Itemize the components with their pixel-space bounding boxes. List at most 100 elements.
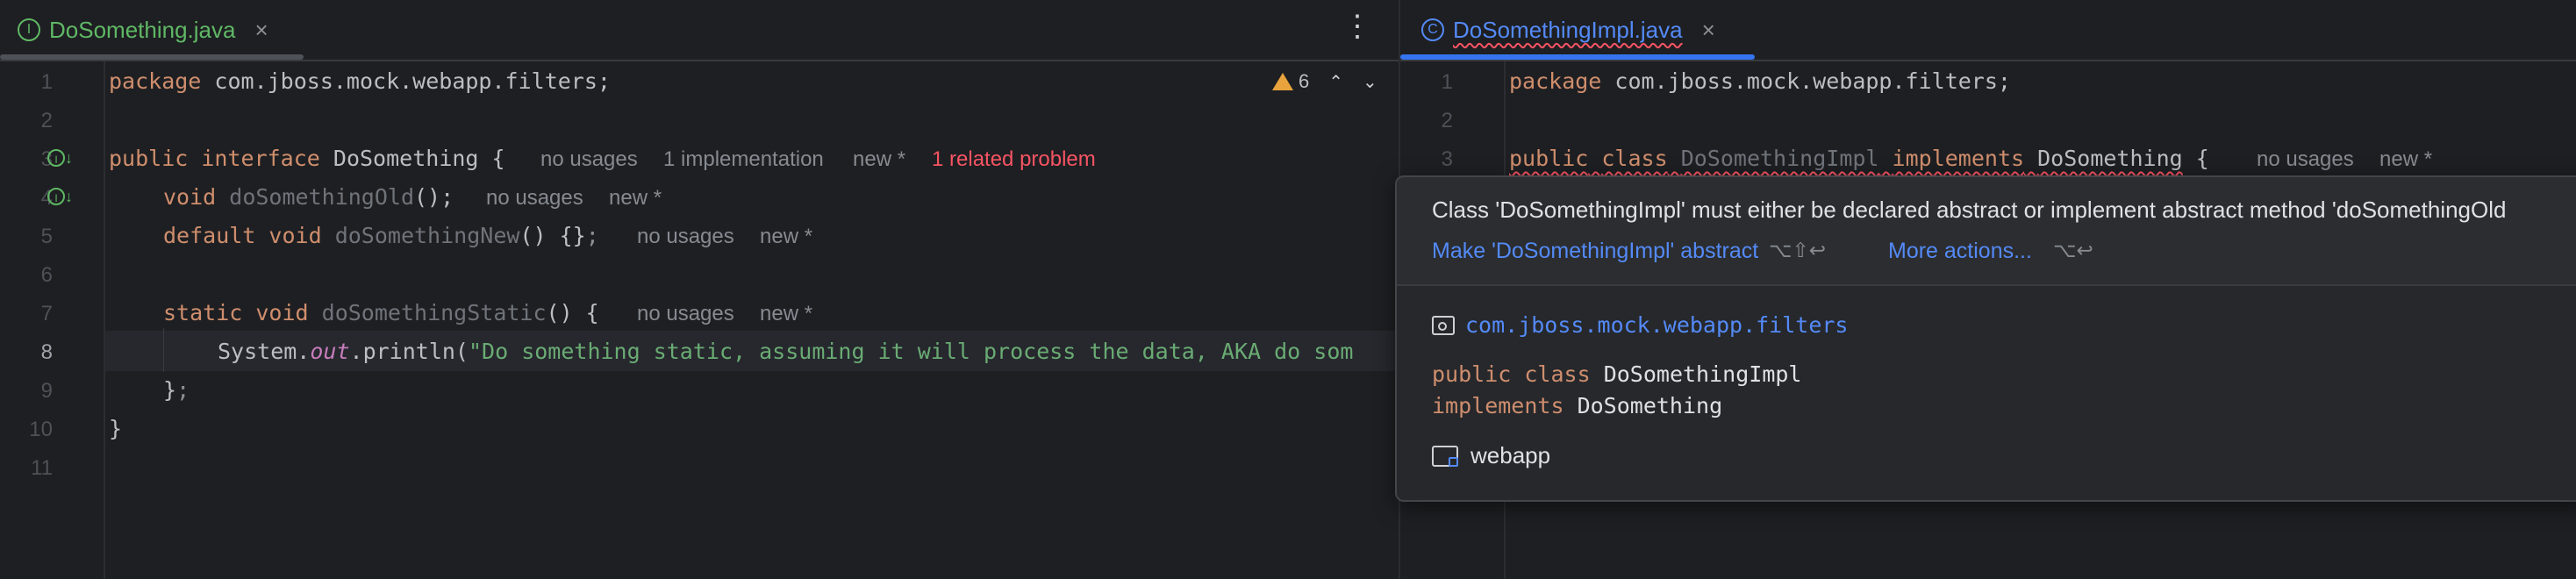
related-problem-hint[interactable]: 1 related problem bbox=[932, 147, 1096, 172]
method-name: doSomethingNew bbox=[334, 223, 520, 248]
line-number: 4 bbox=[40, 186, 53, 210]
error-tooltip-popup: Class 'DoSomethingImpl' must either be d… bbox=[1395, 175, 2576, 502]
line-number: 9 bbox=[40, 379, 53, 403]
code-line-9[interactable]: }; bbox=[163, 377, 190, 403]
line-number: 11 bbox=[31, 456, 53, 480]
line-number: 1 bbox=[40, 70, 53, 94]
tab-label: DoSomethingImpl.java bbox=[1453, 16, 1683, 43]
class-name: DoSomethingImpl bbox=[1680, 146, 1879, 171]
author-hint[interactable]: new * bbox=[853, 147, 905, 172]
inspection-widget[interactable]: 6 ⌃ ⌄ bbox=[1272, 70, 1377, 93]
line-number: 10 bbox=[29, 418, 53, 441]
keyword: public bbox=[1509, 146, 1589, 171]
popup-actions-section: Class 'DoSomethingImpl' must either be d… bbox=[1397, 177, 2576, 282]
tab-scroll-indicator bbox=[0, 54, 304, 60]
keyword: package bbox=[109, 68, 202, 94]
line-number: 6 bbox=[40, 263, 53, 287]
code-text: () { bbox=[546, 300, 599, 325]
implementations-hint[interactable]: 1 implementation bbox=[663, 147, 824, 172]
keyword: public bbox=[109, 146, 189, 171]
line-number: 3 bbox=[40, 147, 53, 171]
module-name: webapp bbox=[1470, 442, 1551, 468]
warning-icon bbox=[1272, 73, 1293, 90]
code-text: (); bbox=[414, 184, 454, 210]
fix-shortcut: ⌥⇧↩ bbox=[1769, 239, 1827, 261]
keyword: interface bbox=[201, 146, 320, 171]
line-number: 5 bbox=[40, 225, 53, 248]
usages-hint[interactable]: no usages bbox=[637, 302, 734, 326]
right-tab-bar: C DoSomethingImpl.java × bbox=[1400, 0, 2576, 61]
code-line-3[interactable]: public interface DoSomething { bbox=[109, 146, 505, 171]
author-hint[interactable]: new * bbox=[609, 186, 662, 211]
author-hint[interactable]: new * bbox=[760, 225, 812, 249]
keyword: static bbox=[163, 300, 243, 325]
code-text: ; bbox=[176, 377, 190, 403]
keyword: implements bbox=[1432, 393, 1564, 418]
usages-hint[interactable]: no usages bbox=[2257, 147, 2354, 172]
implemented-gutter-icon[interactable]: I ↓ bbox=[47, 188, 74, 211]
tab-label: DoSomething.java bbox=[49, 16, 236, 43]
close-icon[interactable]: × bbox=[254, 17, 268, 44]
author-hint[interactable]: new * bbox=[2379, 147, 2432, 172]
keyword: class bbox=[1601, 146, 1668, 171]
code-line-1[interactable]: package com.jboss.mock.webapp.filters; bbox=[109, 68, 611, 94]
keyword: void bbox=[268, 223, 322, 248]
keyword: void bbox=[163, 184, 217, 210]
keyword: public bbox=[1432, 361, 1512, 387]
keyword: void bbox=[255, 300, 309, 325]
more-actions-shortcut: ⌥↩ bbox=[2053, 239, 2093, 261]
code-text: () {} bbox=[519, 223, 586, 248]
code-line-3[interactable]: public class DoSomethingImpl implements … bbox=[1509, 146, 2209, 171]
line-number: 1 bbox=[1441, 70, 1453, 94]
more-options-icon[interactable]: ⋮ bbox=[1342, 9, 1372, 44]
keyword: implements bbox=[1892, 146, 2025, 171]
close-icon[interactable]: × bbox=[1702, 17, 1715, 44]
code-line-10[interactable]: } bbox=[109, 416, 122, 441]
keyword: class bbox=[1524, 361, 1591, 387]
line-number: 3 bbox=[1441, 147, 1453, 171]
code-text: com.jboss.mock.webapp.filters; bbox=[1601, 68, 2011, 94]
chevron-up-icon[interactable]: ⌃ bbox=[1328, 71, 1343, 93]
string-literal: "Do something static, assuming it will p… bbox=[468, 339, 1354, 364]
interface-name: DoSomething bbox=[2037, 146, 2183, 171]
warning-count: 6 bbox=[1299, 70, 1310, 92]
code-text: { bbox=[478, 146, 505, 171]
keyword: default bbox=[163, 223, 256, 248]
author-hint[interactable]: new * bbox=[760, 302, 812, 326]
class-name: DoSomethingImpl bbox=[1603, 361, 1802, 387]
implemented-gutter-icon[interactable]: I ↓ bbox=[47, 149, 74, 172]
code-text: com.jboss.mock.webapp.filters; bbox=[201, 68, 611, 94]
more-actions-link[interactable]: More actions... bbox=[1888, 239, 2032, 264]
method-name: doSomethingStatic bbox=[321, 300, 547, 325]
class-declaration: public class DoSomethingImpl bbox=[1432, 361, 1801, 387]
usages-hint[interactable]: no usages bbox=[637, 225, 734, 249]
keyword: package bbox=[1509, 68, 1602, 94]
implements-declaration: implements DoSomething bbox=[1432, 393, 1722, 418]
package-link[interactable]: com.jboss.mock.webapp.filters bbox=[1432, 312, 1849, 338]
make-abstract-fix-link[interactable]: Make 'DoSomethingImpl' abstract bbox=[1432, 239, 1758, 264]
code-line-5[interactable]: default void doSomethingNew() {}; bbox=[163, 223, 599, 248]
module-folder-icon bbox=[1432, 445, 1458, 467]
code-text: .println( bbox=[349, 339, 469, 364]
active-tab-underline bbox=[1400, 54, 1755, 60]
code-text: ; bbox=[585, 223, 599, 248]
class-icon: C bbox=[1421, 18, 1444, 41]
code-text: System. bbox=[218, 339, 311, 364]
code-line-4[interactable]: void doSomethingOld(); bbox=[163, 184, 454, 210]
interface-name: DoSomething bbox=[1577, 393, 1723, 418]
indent-guide bbox=[163, 328, 164, 372]
code-text: { bbox=[2182, 146, 2209, 171]
left-editor-pane: I DoSomething.java × ⋮ 1 2 3 4 5 6 7 8 9… bbox=[0, 0, 1399, 579]
line-number: 2 bbox=[1441, 109, 1453, 132]
left-tab-bar: I DoSomething.java × ⋮ bbox=[0, 0, 1399, 61]
tab-dosomething-java[interactable]: I DoSomething.java × bbox=[18, 0, 268, 60]
code-line-7[interactable]: static void doSomethingStatic() { bbox=[163, 300, 599, 325]
tab-dosomethingimpl-java[interactable]: C DoSomethingImpl.java × bbox=[1421, 0, 1715, 60]
code-line-1[interactable]: package com.jboss.mock.webapp.filters; bbox=[1509, 68, 2011, 94]
static-field: out bbox=[310, 339, 350, 364]
code-line-8[interactable]: System.out.println("Do something static,… bbox=[218, 339, 1353, 364]
usages-hint[interactable]: no usages bbox=[486, 186, 583, 211]
usages-hint[interactable]: no usages bbox=[540, 147, 638, 172]
package-name: com.jboss.mock.webapp.filters bbox=[1465, 312, 1849, 338]
chevron-down-icon[interactable]: ⌄ bbox=[1363, 71, 1377, 93]
